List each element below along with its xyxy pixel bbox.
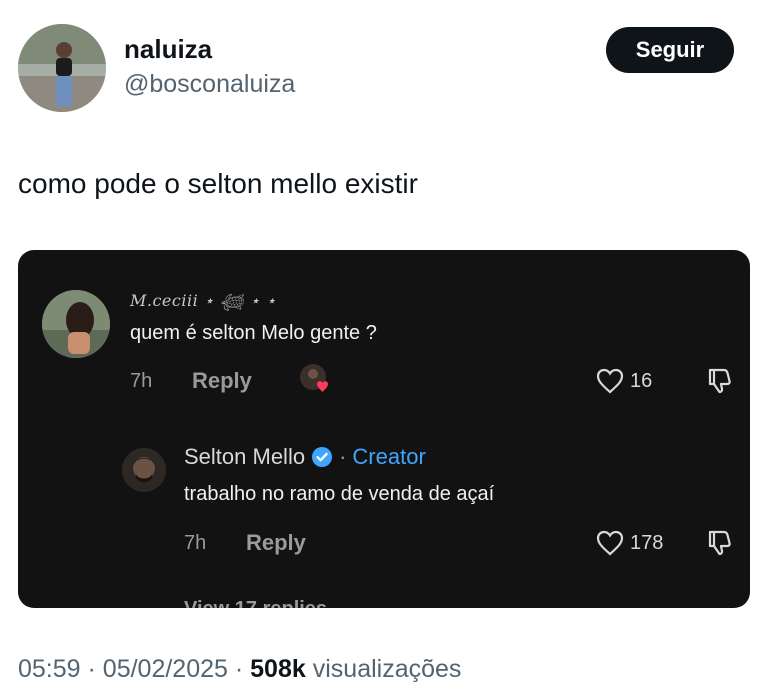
author-avatar[interactable]: [18, 24, 106, 112]
views-count: 508k: [250, 655, 306, 683]
creator-name-row: Selton Mello · Creator: [184, 444, 426, 470]
chevron-down-icon: ⌄: [333, 598, 350, 608]
like-count: 178: [630, 531, 664, 554]
like-button: 178: [596, 530, 663, 556]
creator-liked-badge: [298, 362, 332, 396]
commenter-avatar: [42, 290, 110, 358]
comment-time: 7h: [130, 370, 153, 392]
view-replies-link: View 17 replies ⌄: [184, 596, 349, 608]
embedded-comments-image: M.ceciii ⋆ 𓆉 ⋆ ⋆ quem é selton Melo gent…: [18, 250, 750, 608]
separator-dot: ·: [234, 655, 244, 683]
author-handle[interactable]: @bosconaluiza: [124, 70, 295, 99]
reply-button: Reply: [246, 530, 306, 555]
verified-check-icon: [312, 447, 333, 467]
post-time[interactable]: 05:59: [18, 655, 81, 683]
separator-dot: ·: [339, 444, 347, 469]
heart-icon: [596, 530, 624, 556]
like-count: 16: [630, 369, 653, 392]
author-name[interactable]: naluiza: [124, 34, 212, 65]
post-text: como pode o selton mello existir: [18, 168, 418, 199]
creator-avatar: [122, 448, 166, 492]
commenter-username: M.ceciii ⋆ 𓆉 ⋆ ⋆: [130, 291, 277, 310]
separator-dot: ·: [87, 655, 96, 683]
views-label: visualizações: [312, 655, 462, 683]
dislike-button: [706, 528, 734, 561]
post-date[interactable]: 05/02/2025: [103, 655, 228, 683]
creator-username: Selton Mello: [184, 444, 306, 469]
reply-text: trabalho no ramo de venda de açaí: [184, 483, 495, 505]
heart-icon: [596, 368, 624, 394]
thumbs-down-icon: [708, 530, 731, 556]
reply-time: 7h: [184, 532, 207, 554]
follow-button[interactable]: Seguir: [606, 27, 734, 73]
thumbs-down-icon: [708, 368, 731, 394]
creator-label: Creator: [352, 444, 426, 469]
like-button: 16: [596, 368, 652, 394]
reply-button: Reply: [192, 368, 252, 393]
dislike-button: [706, 366, 734, 399]
author-avatar-image: [18, 24, 106, 112]
post-metadata: 05:59 · 05/02/2025 · 508k visualizações: [18, 655, 461, 684]
comment-text: quem é selton Melo gente ?: [130, 322, 377, 344]
decorative-stars: ⋆ 𓆉 ⋆ ⋆: [203, 291, 277, 310]
